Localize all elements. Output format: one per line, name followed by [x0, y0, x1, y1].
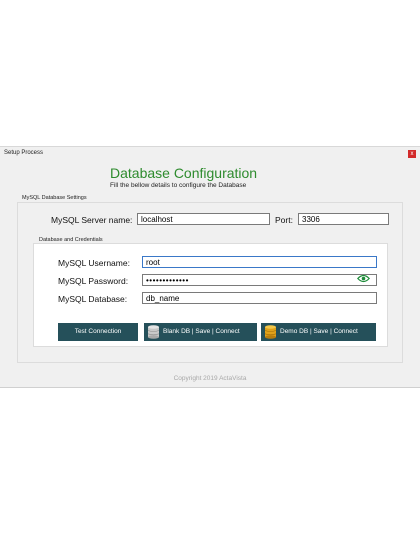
- database-label: MySQL Database:: [58, 294, 128, 304]
- title-bar: Setup Process x: [0, 147, 420, 161]
- server-name-label: MySQL Server name:: [51, 215, 133, 225]
- credentials-legend: Database and Credentials: [37, 237, 105, 243]
- port-label: Port:: [275, 215, 293, 225]
- blank-db-save-connect-button[interactable]: Blank DB | Save | Connect: [144, 323, 257, 341]
- database-icon: [147, 325, 160, 339]
- eye-icon[interactable]: [357, 274, 370, 283]
- demo-db-button-label: Demo DB | Save | Connect: [280, 328, 358, 335]
- test-connection-button[interactable]: Test Connection: [58, 323, 138, 341]
- port-field[interactable]: 3306: [298, 213, 389, 225]
- mysql-settings-legend: MySQL Database Settings: [20, 195, 89, 201]
- database-field[interactable]: db_name: [142, 292, 377, 304]
- blank-db-button-label: Blank DB | Save | Connect: [163, 328, 240, 335]
- password-field[interactable]: •••••••••••••: [142, 274, 377, 286]
- setup-window: Setup Process x Database Configuration F…: [0, 146, 420, 388]
- close-icon[interactable]: x: [408, 150, 416, 158]
- username-label: MySQL Username:: [58, 258, 130, 268]
- page-title: Database Configuration: [110, 165, 258, 181]
- demo-db-save-connect-button[interactable]: Demo DB | Save | Connect: [261, 323, 376, 341]
- server-name-field[interactable]: localhost: [137, 213, 270, 225]
- copyright-text: Copyright 2019 ActaVista: [173, 375, 247, 382]
- page-subtitle: Fill the bellow details to configure the…: [110, 182, 247, 189]
- password-label: MySQL Password:: [58, 276, 129, 286]
- database-icon: [264, 325, 277, 339]
- username-field[interactable]: root: [142, 256, 377, 268]
- window-title: Setup Process: [4, 150, 44, 156]
